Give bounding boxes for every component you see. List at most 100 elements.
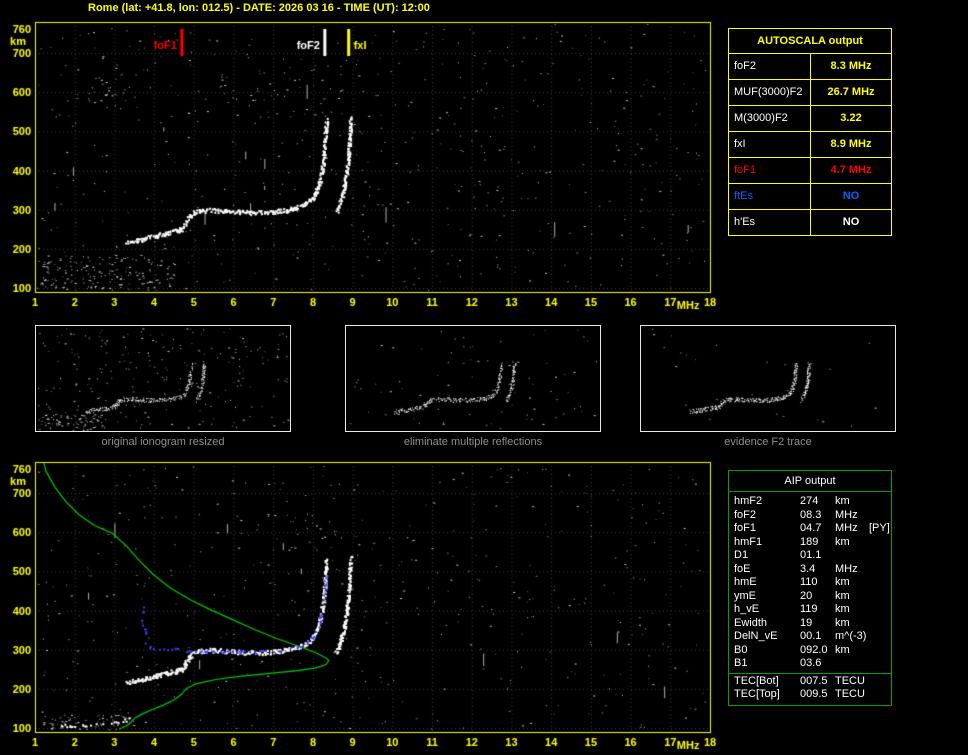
param-label: B1: [734, 657, 748, 669]
thumbnail-f2-trace-evidence: [640, 325, 896, 432]
param-unit: km: [835, 603, 850, 615]
param-label: hmF1: [734, 535, 763, 548]
table-row: hmF2 274 km: [729, 495, 891, 509]
param-value: 3.4: [800, 562, 816, 575]
autoscala-app-window: Rome (lat: +41.8, lon: 012.5) - DATE: 20…: [0, 0, 968, 755]
autoscala-panel-title: AUTOSCALA output: [729, 29, 891, 54]
table-row: B1 03.6: [729, 657, 891, 671]
param-label: foE: [734, 562, 751, 575]
aip-profile-plot: [0, 454, 724, 754]
param-label: foF2: [729, 54, 811, 79]
aip-rows: hmF2 274 km foF2 08.3 MHz foF1 04.7 MHz …: [729, 492, 891, 705]
table-row: Ewidth 19 km: [729, 617, 891, 631]
table-row: TEC[Bot] 007.5 TECU: [729, 672, 891, 689]
param-value: NO: [842, 216, 860, 228]
param-value: 4.7 MHz: [830, 164, 872, 176]
table-row: foF2 08.3 MHz: [729, 509, 891, 523]
param-label: Ewidth: [734, 616, 768, 629]
param-unit: MHz: [835, 522, 858, 534]
param-unit: km: [835, 589, 850, 602]
param-label: foF1: [734, 522, 757, 534]
param-note: [869, 630, 891, 644]
param-unit: m^(-3): [835, 630, 867, 642]
param-unit: km: [835, 643, 850, 656]
param-value: 20: [800, 589, 813, 602]
param-label: DelN_vE: [734, 630, 778, 642]
param-note: [869, 644, 891, 658]
table-row: foE 3.4 MHz: [729, 563, 891, 577]
thumbnail-caption: original ionogram resized: [101, 436, 225, 448]
param-label: D1: [734, 549, 749, 561]
param-note: [869, 536, 891, 550]
param-note: [869, 657, 891, 671]
table-row: h_vE 119 km: [729, 603, 891, 617]
table-row: DelN_vE 00.1 m^(-3): [729, 630, 891, 644]
param-note: [869, 675, 891, 689]
table-row: foF2 8.3 MHz: [729, 54, 891, 80]
table-row: M(3000)F2 3.22: [729, 106, 891, 132]
table-row: B0 092.0 km: [729, 644, 891, 658]
table-row: MUF(3000)F2 26.7 MHz: [729, 80, 891, 106]
table-row: foF1 4.7 MHz: [729, 158, 891, 184]
table-row: h'Es NO: [729, 210, 891, 235]
table-row: hmF1 189 km: [729, 536, 891, 550]
thumbnail-original-ionogram: [35, 325, 291, 432]
param-unit: TECU: [835, 688, 865, 700]
param-label: B0: [734, 643, 748, 656]
param-value: 26.7 MHz: [827, 86, 875, 98]
table-row: foF1 04.7 MHz [PY]: [729, 522, 891, 536]
param-value: 8.3 MHz: [830, 60, 872, 72]
param-label: ftEs: [729, 184, 811, 209]
param-value: 3.22: [840, 112, 862, 124]
table-row: TEC[Top] 009.5 TECU: [729, 688, 891, 702]
param-label: TEC[Top]: [734, 688, 780, 700]
param-note: [869, 549, 891, 563]
param-unit: MHz: [835, 562, 858, 575]
param-value: 110: [800, 576, 818, 588]
param-value: 01.1: [800, 549, 822, 561]
thumbnail-caption: eliminate multiple reflections: [403, 436, 543, 448]
param-value: NO: [842, 190, 860, 202]
param-value: 19: [800, 616, 813, 629]
param-label: MUF(3000)F2: [729, 80, 811, 105]
param-unit: km: [835, 616, 850, 629]
param-unit: [833, 549, 869, 563]
param-label: foF2: [734, 508, 757, 521]
autoscala-output-panel: AUTOSCALA output foF2 8.3 MHz MUF(3000)F…: [728, 28, 892, 236]
table-row: ymE 20 km: [729, 590, 891, 604]
param-value: 8.9 MHz: [830, 138, 872, 150]
param-note: [869, 576, 891, 590]
param-note: [869, 495, 891, 509]
param-value: 08.3: [800, 508, 822, 521]
param-unit: km: [835, 576, 850, 588]
param-label: hmF2: [734, 495, 763, 507]
param-value: 274: [800, 495, 819, 507]
param-label: hmE: [734, 576, 757, 588]
param-note: [869, 688, 891, 702]
param-label: h'Es: [729, 210, 811, 235]
table-row: ftEs NO: [729, 184, 891, 210]
param-value: 03.6: [800, 657, 822, 669]
station-date-header: Rome (lat: +41.8, lon: 012.5) - DATE: 20…: [88, 2, 430, 14]
param-value: 04.7: [800, 522, 822, 534]
param-unit: [833, 657, 869, 671]
param-value: 009.5: [800, 688, 828, 700]
table-row: hmE 110 km: [729, 576, 891, 590]
param-note: [869, 509, 891, 523]
param-unit: MHz: [835, 508, 858, 521]
table-row: D1 01.1: [729, 549, 891, 563]
param-note: [869, 603, 891, 617]
param-label: foF1: [729, 158, 811, 183]
thumbnail-multiple-reflections-removed: [345, 325, 601, 432]
param-unit: km: [835, 535, 850, 548]
param-note: [869, 563, 891, 577]
param-label: fxI: [729, 132, 811, 157]
aip-panel-title: AIP output: [729, 471, 891, 492]
thumbnail-caption: evidence F2 trace: [724, 436, 812, 448]
table-row: fxI 8.9 MHz: [729, 132, 891, 158]
param-note: [869, 590, 891, 604]
param-label: ymE: [734, 589, 756, 602]
param-label: TEC[Bot]: [734, 674, 779, 687]
param-unit: TECU: [835, 674, 865, 687]
param-label: M(3000)F2: [729, 106, 811, 131]
